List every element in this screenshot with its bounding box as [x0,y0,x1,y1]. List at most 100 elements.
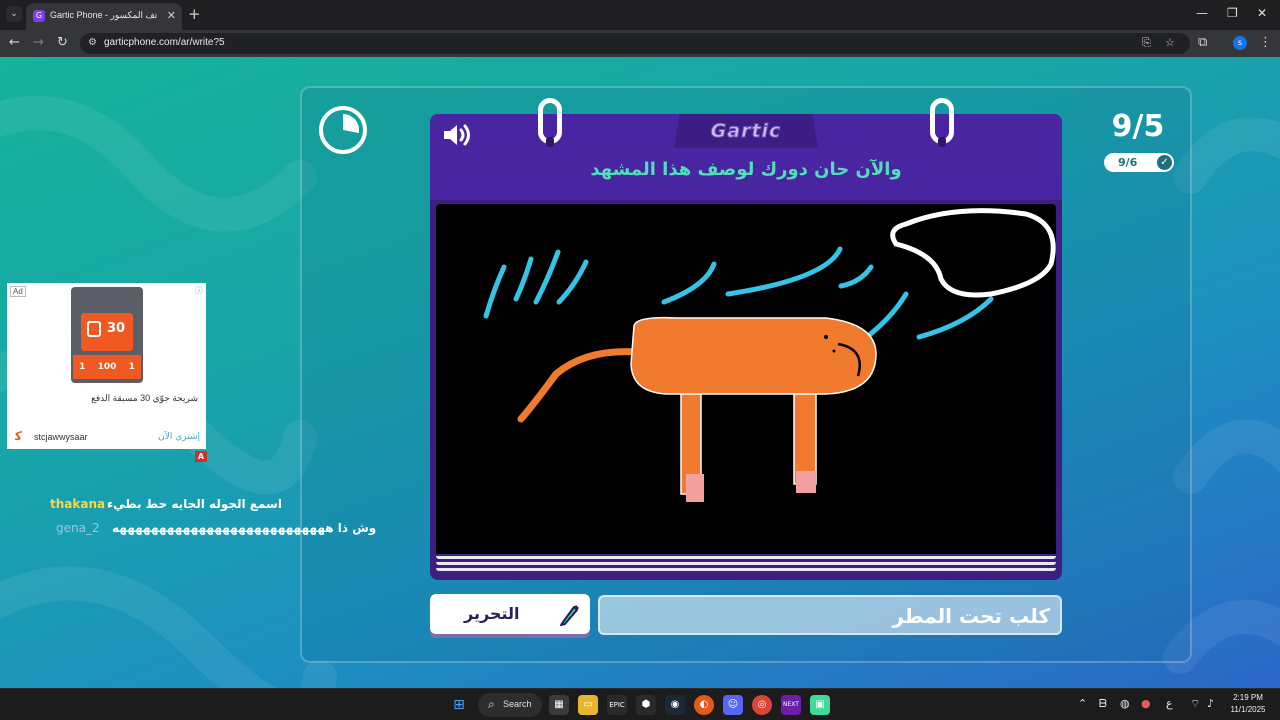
close-window-icon[interactable]: ✕ [1257,6,1267,20]
ad-caption[interactable]: شريحة جوّي 30 مسبقة الدفع [91,393,198,404]
discord-icon[interactable]: ☺ [723,695,743,715]
next-app-icon[interactable]: NEXT [781,695,801,715]
input-method-indicator[interactable]: ع [1166,697,1173,710]
ad-badge: Ad [10,286,26,297]
check-icon: ✓ [1157,155,1172,170]
taskbar-clock[interactable]: 2:19 PM 11/1/2025 [1226,692,1270,716]
tab-close-icon[interactable]: ✕ [167,9,176,22]
players-ready-count: 9/6 [1118,156,1138,169]
reload-icon[interactable]: ↻ [57,35,68,51]
file-explorer-icon[interactable]: ▭ [578,695,598,715]
search-icon: ⌕ [488,697,495,711]
dog-in-rain-drawing [483,208,1056,502]
paper-edge [436,562,1056,565]
dog-body [630,316,877,395]
chat-message: gena_2 وش ذا ههههههههههههههههههههههههههه… [56,521,376,539]
url-text[interactable]: garticphone.com/ar/write?5 [104,37,225,48]
binder-ring-right [930,98,954,147]
game-page: 9/5 9/6 ✓ Gartic والآن حان دورك لوصف هذا… [0,57,1280,688]
tab-search-icon[interactable]: ⌄ [6,6,22,22]
clock-time: 2:19 PM [1233,693,1263,702]
site-info-icon[interactable]: ⚙ [88,37,100,49]
profile-avatar[interactable]: s [1233,36,1247,50]
windows-taskbar: ⊞ ⌕ Search ▦ ▭ EPIC ⬢ ◉ ◐ ☺ ◎ NEXT ▣ ⌃ ᗷ… [0,688,1280,720]
sim-chip-icon [87,321,101,337]
stc-logo-icon: ﮐ [15,429,22,443]
sim-card-graphic: 30 [81,313,133,351]
drawing-card: Gartic والآن حان دورك لوصف هذا المشهد [430,98,1062,580]
advertisement[interactable]: Ad ⓘ 30 1 100 1 شريحة جوّي 30 مسبقة الدف… [7,283,206,449]
sim-stat: 100 [97,362,117,372]
dog-paw-front [686,474,704,502]
ad-cta-link[interactable]: إشتري الآن [158,432,200,442]
chat-message: thakana اسمع الجوله الجايه حط بطيء [50,497,282,515]
chat-text: اسمع الجوله الجايه حط بطيء [107,497,282,511]
chat-username: gena_2 [56,521,100,535]
steam-icon[interactable]: ◉ [665,695,685,715]
edit-button[interactable]: التحرير [430,594,590,634]
volume-icon[interactable]: ♪ [1207,697,1214,710]
address-bar[interactable]: ⚙ garticphone.com/ar/write?5 ⎘ ☆ [80,33,1190,54]
binder-ring-left [538,98,562,147]
cloud-drawing [890,208,1056,298]
browser-tab-active[interactable]: G Gartic Phone - الهاتف المكسور ✕ [26,3,182,30]
sim-stats-row: 1 100 1 [73,355,141,379]
card-header: Gartic والآن حان دورك لوصف هذا المشهد [430,114,1062,200]
ad-sim-image[interactable]: 30 1 100 1 [71,287,143,383]
dog-eye [824,335,828,339]
translate-icon[interactable]: ⎘ [1142,36,1151,50]
firefox-icon[interactable]: ◐ [694,695,714,715]
timer-clock-icon [319,106,367,154]
widgets-icon[interactable]: ▦ [549,695,569,715]
bookmark-star-icon[interactable]: ☆ [1165,36,1175,49]
chat-text: وش ذا هههههههههههههههههههههههههههه [112,521,377,535]
description-input[interactable]: كلب تحت المطر [598,595,1062,635]
tab-title: Gartic Phone - الهاتف المكسور [50,10,158,20]
round-counter: 9/5 [1111,109,1165,144]
paper-edge [436,568,1056,571]
clock-date: 11/1/2025 [1230,705,1266,714]
green-app-icon[interactable]: ▣ [810,695,830,715]
browser-tab-strip: ⌄ G Gartic Phone - الهاتف المكسور ✕ + — … [0,0,1280,30]
back-icon[interactable]: ← [9,35,20,51]
search-label: Search [503,699,532,709]
minimize-icon[interactable]: — [1196,6,1208,20]
pencil-icon [560,605,579,626]
tray-mic-icon[interactable]: ● [1141,697,1151,710]
restore-icon[interactable]: ❐ [1227,6,1238,20]
ad-info-icon[interactable]: ⓘ [195,285,203,296]
sim-stat: 1 [79,362,86,372]
chrome-icon[interactable]: ◎ [752,695,772,715]
dog-nose [832,349,836,353]
dog-paw-back [796,471,816,493]
new-tab-icon[interactable]: + [188,6,201,22]
speaker-icon[interactable] [442,124,472,146]
dog-leg-back [793,388,817,485]
forward-icon[interactable]: → [33,35,44,51]
taskbar-search[interactable]: ⌕ Search [478,693,542,717]
menu-kebab-icon[interactable]: ⋮ [1259,35,1272,50]
extensions-icon[interactable]: ⧉ [1198,35,1207,51]
description-input-value[interactable]: كلب تحت المطر [892,604,1050,628]
edit-button-label: التحرير [464,604,520,623]
dog-tail [517,348,640,423]
ad-choices-icon[interactable]: A [195,451,207,462]
timer-progress [327,114,359,146]
sim-big-number: 30 [107,321,126,336]
tray-overflow-icon[interactable]: ⌃ [1078,697,1087,710]
gartic-logo: Gartic [710,120,782,143]
players-ready-badge: 9/6 ✓ [1104,153,1174,172]
tray-app-icon[interactable]: ᗷ [1099,697,1107,711]
app-cube-icon[interactable]: ⬢ [636,695,656,715]
card-instruction: والآن حان دورك لوصف هذا المشهد [590,159,902,180]
gartic-favicon-icon: G [33,10,45,22]
chat-username: thakana [50,497,106,511]
drawing-canvas [436,204,1056,554]
wifi-icon[interactable]: ⌔ [1190,697,1200,711]
paper-edge [436,556,1056,559]
tray-network-icon[interactable]: ◍ [1120,697,1130,710]
start-windows-icon[interactable]: ⊞ [449,695,469,715]
browser-toolbar: ← → ↻ ⚙ garticphone.com/ar/write?5 ⎘ ☆ ⧉… [0,30,1280,57]
ad-brand[interactable]: stcjawwysaar [34,432,88,442]
epic-games-icon[interactable]: EPIC [607,695,627,715]
